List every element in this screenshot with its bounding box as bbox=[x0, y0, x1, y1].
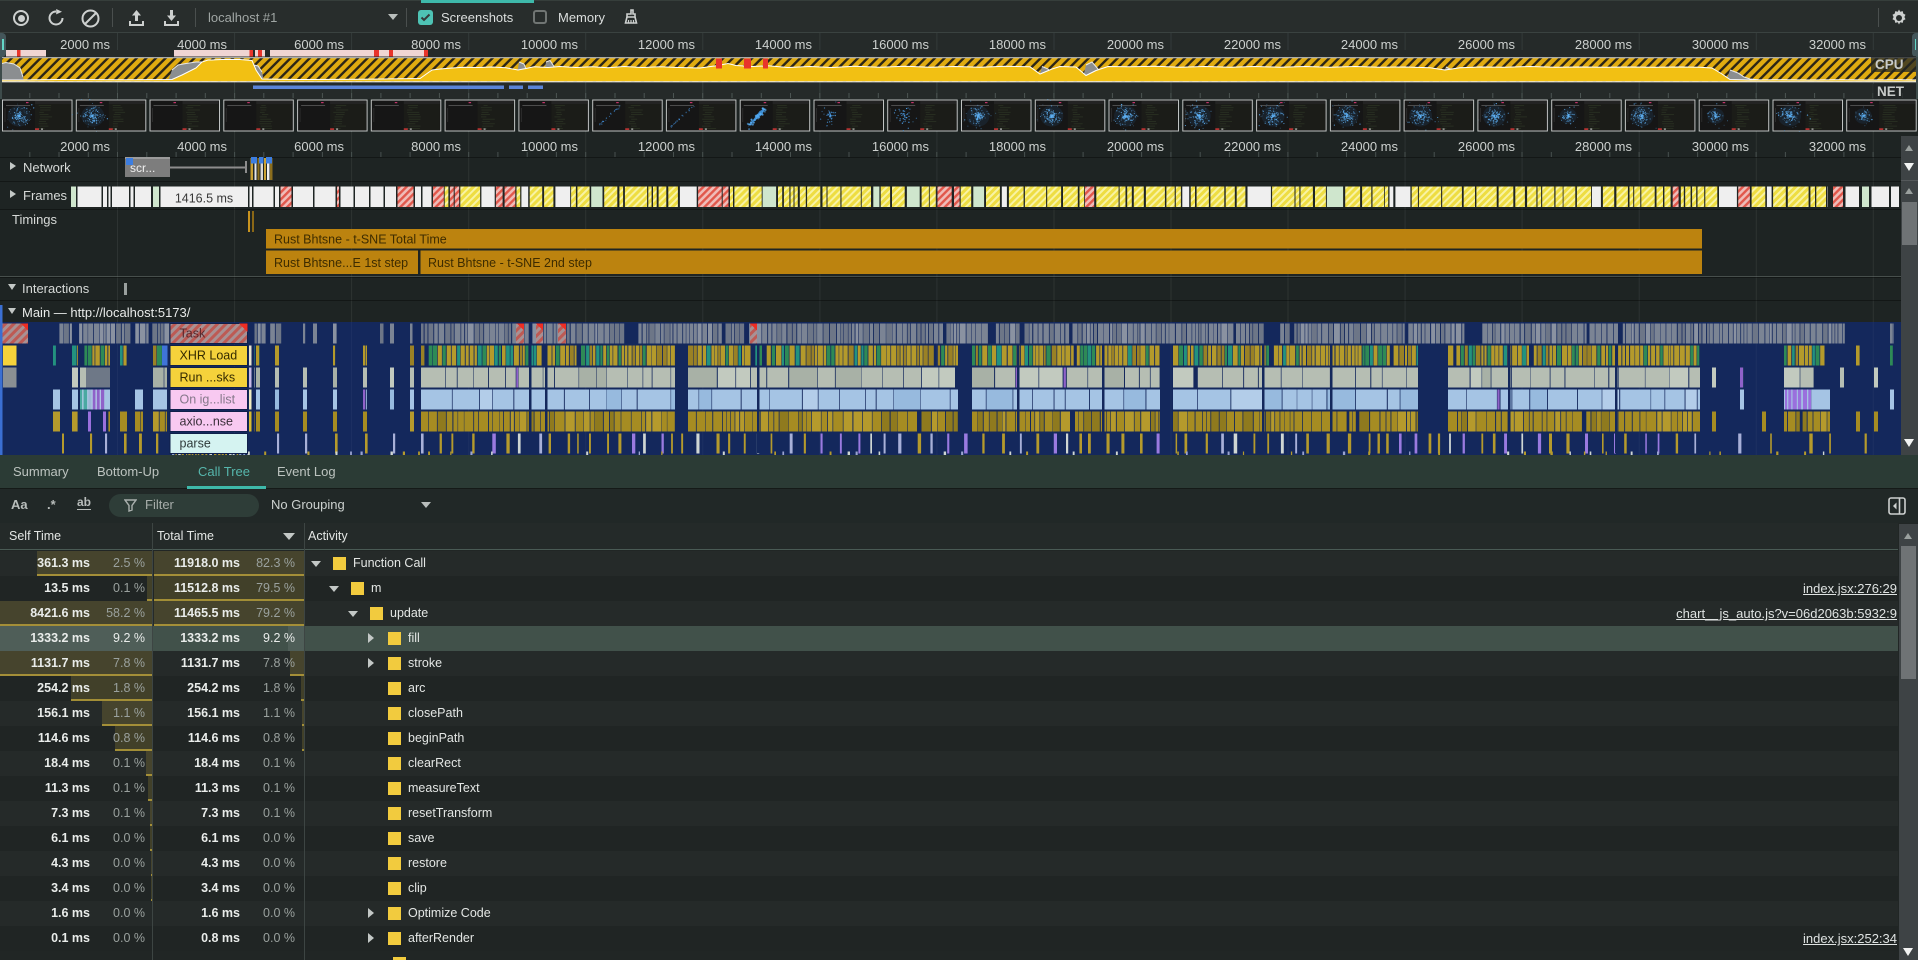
svg-text:parse: parse bbox=[180, 437, 211, 451]
svg-text:axio...nse: axio...nse bbox=[180, 415, 234, 429]
svg-text:Task: Task bbox=[180, 327, 206, 341]
svg-text:Rust Bhtsne - t-SNE 2nd step: Rust Bhtsne - t-SNE 2nd step bbox=[428, 256, 592, 270]
svg-text:On ig...list: On ig...list bbox=[180, 393, 236, 407]
svg-text:1416.5 ms: 1416.5 ms bbox=[175, 192, 233, 206]
svg-text:scr...: scr... bbox=[130, 161, 155, 175]
svg-text:Rust Bhtsne - t-SNE Total Time: Rust Bhtsne - t-SNE Total Time bbox=[274, 233, 447, 247]
svg-text:Run ...sks: Run ...sks bbox=[180, 371, 236, 385]
svg-text:XHR Load: XHR Load bbox=[180, 349, 238, 363]
svg-text:Rust Bhtsne...E 1st step: Rust Bhtsne...E 1st step bbox=[274, 256, 408, 270]
